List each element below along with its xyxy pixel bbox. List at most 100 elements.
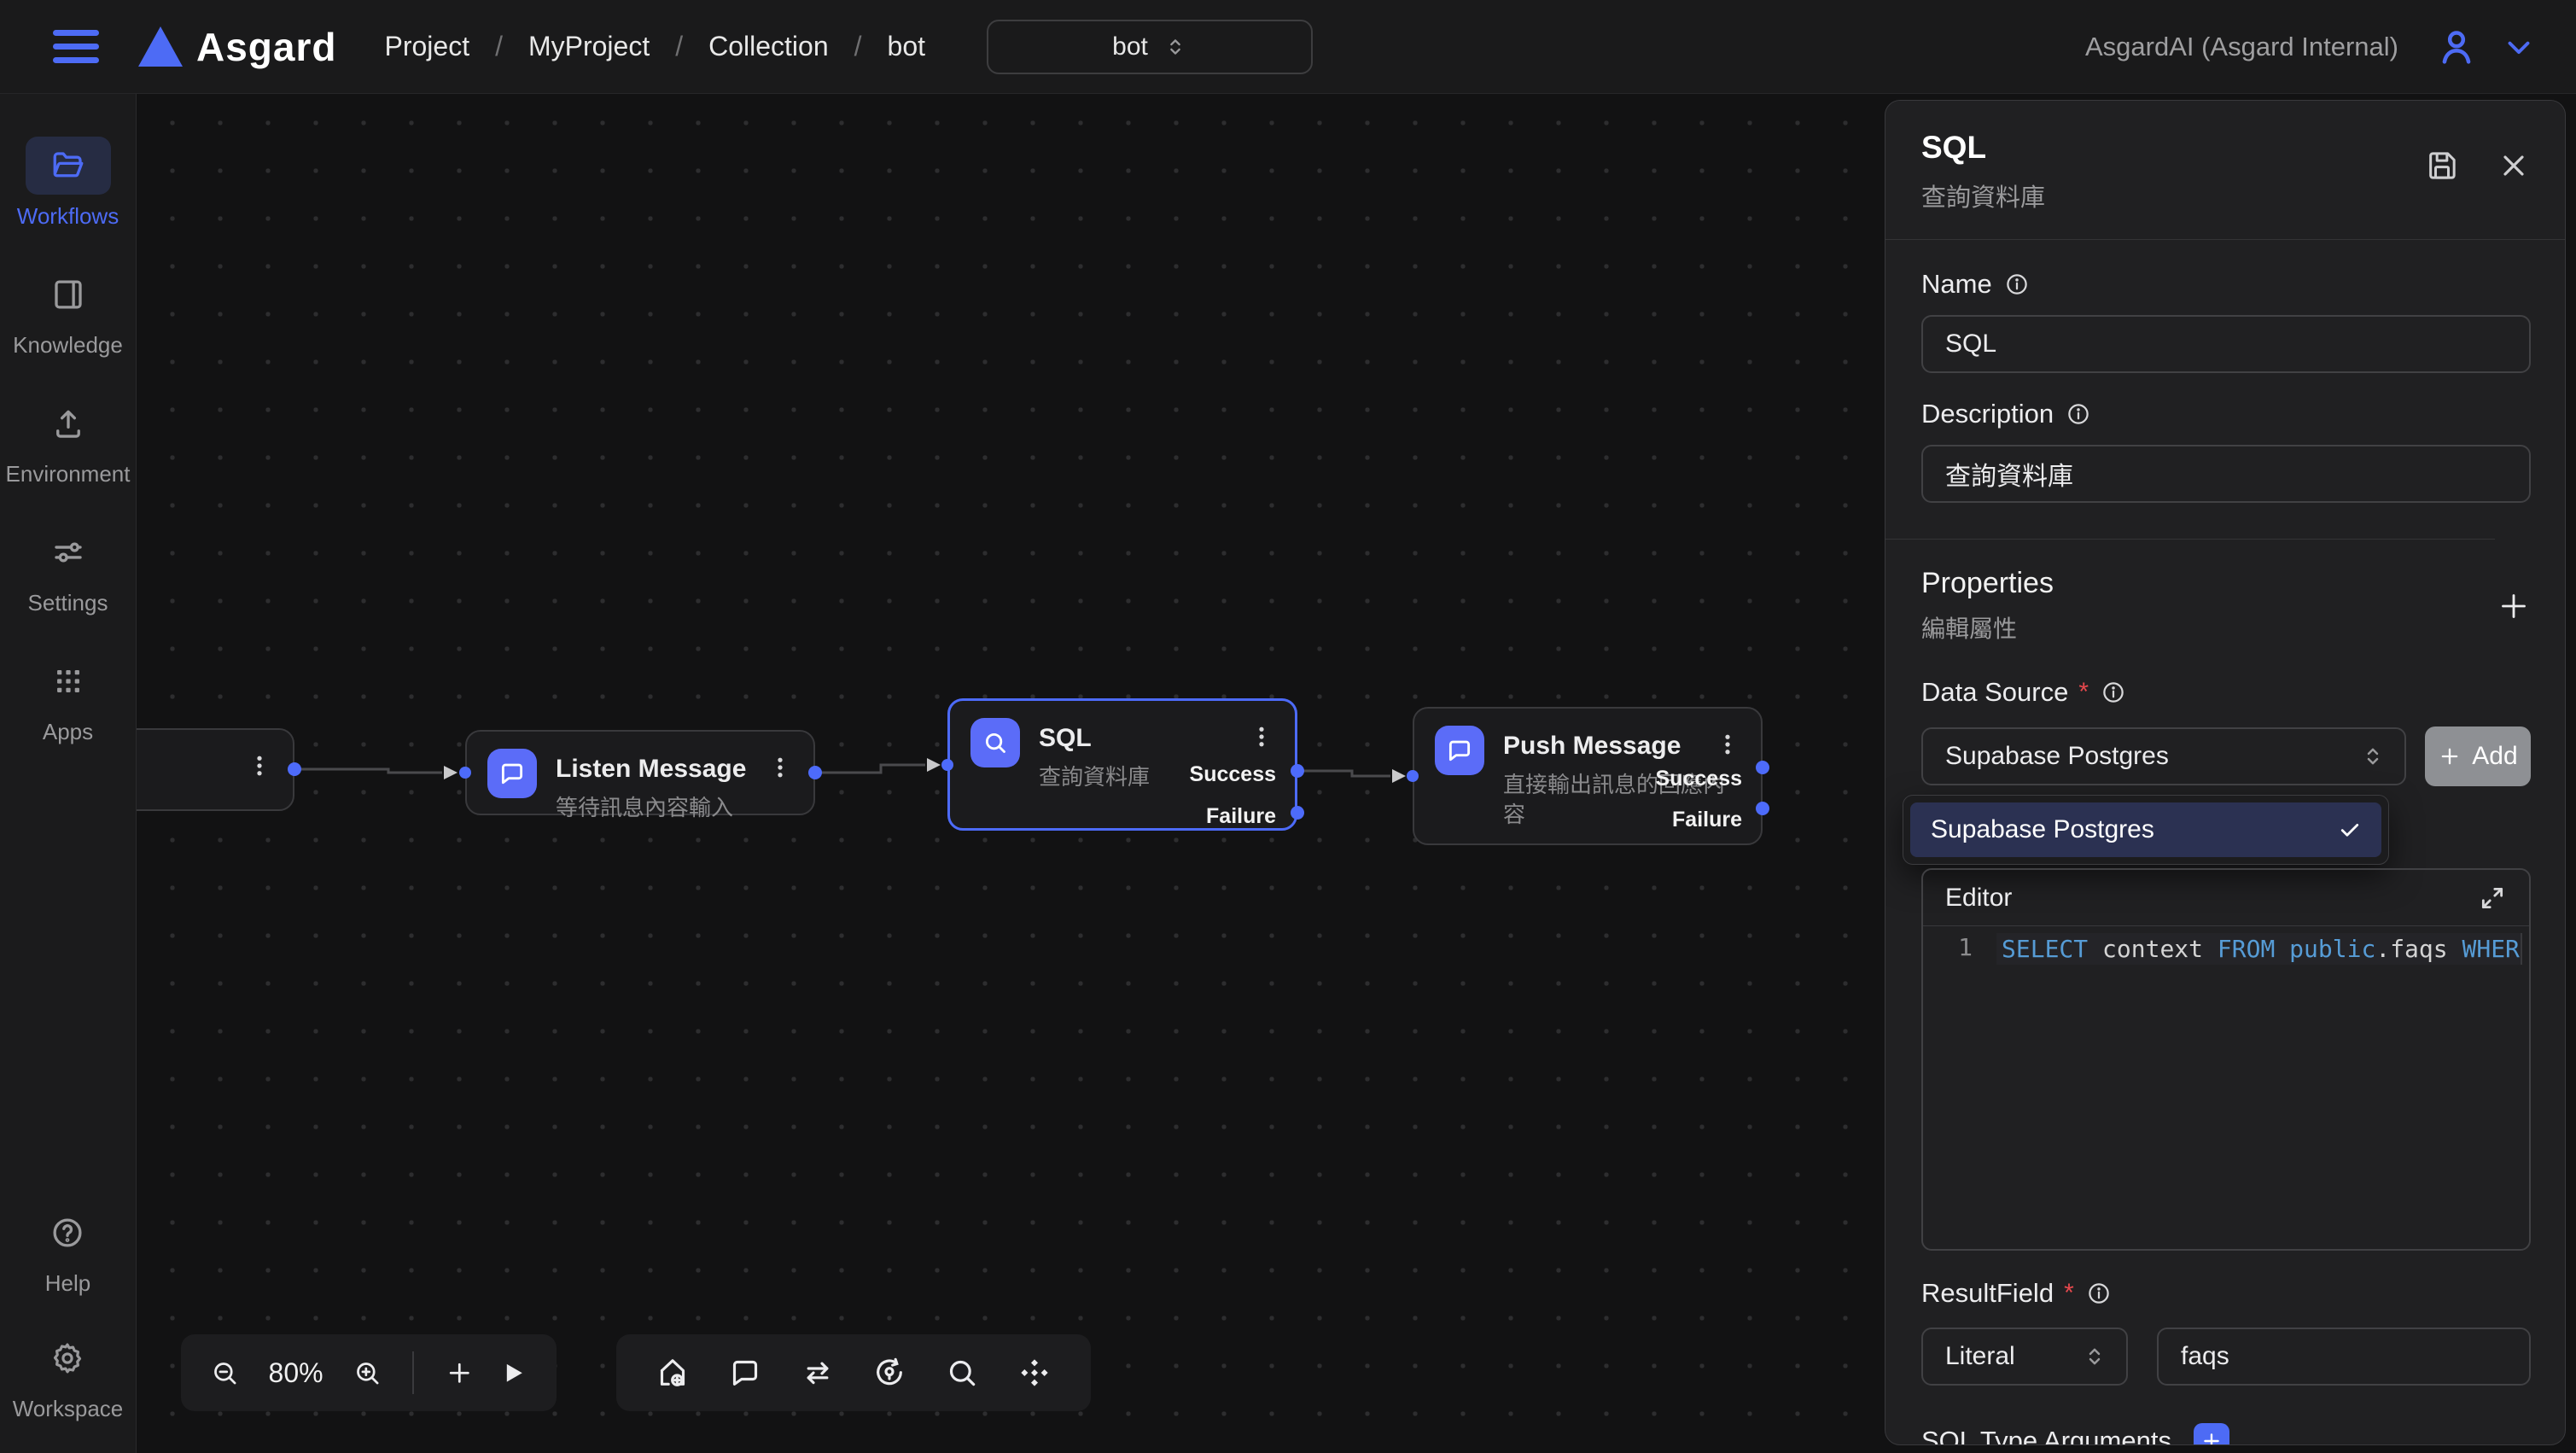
output-port-label-failure: Failure	[1206, 804, 1276, 829]
code-token: faqs	[2390, 935, 2462, 963]
menu-hamburger-icon[interactable]	[53, 30, 99, 63]
sidebar-item-knowledge[interactable]: Knowledge	[13, 266, 123, 359]
swap-horizontal-icon[interactable]	[801, 1356, 835, 1390]
code-token: context	[2088, 935, 2218, 963]
grid-dots-icon	[50, 663, 86, 699]
add-node-button[interactable]	[445, 1356, 475, 1390]
save-icon[interactable]	[2425, 149, 2459, 183]
workflow-node-sql[interactable]: SQL 查詢資料庫 Success Failure	[947, 698, 1297, 831]
node-title: Listen Message	[556, 749, 746, 785]
data-source-value: Supabase Postgres	[1945, 742, 2169, 771]
upload-icon	[50, 406, 86, 441]
user-menu[interactable]	[2434, 25, 2537, 69]
sidebar-label: Workspace	[13, 1396, 124, 1422]
kebab-menu-icon[interactable]	[1715, 727, 1740, 762]
required-asterisk: *	[2064, 1279, 2074, 1308]
sidebar-label: Help	[45, 1270, 90, 1297]
sidebar-item-workflows[interactable]: Workflows	[17, 137, 119, 230]
sidebar-label: Environment	[6, 461, 131, 487]
message-bubble-icon	[487, 749, 537, 798]
panel-title: SQL	[1921, 130, 2045, 166]
top-navbar: Asgard Project / MyProject / Collection …	[0, 0, 2576, 94]
workflow-node-push-message[interactable]: Push Message 直接輸出訊息的回應內容 Success Failure	[1413, 707, 1763, 845]
edge-arrowhead-icon	[444, 766, 458, 779]
sql-editor: Editor 1 SELECT context FROM public.faqs…	[1921, 868, 2531, 1251]
breadcrumb-collection[interactable]: Collection	[708, 31, 829, 62]
add-trigger-icon[interactable]	[656, 1356, 690, 1390]
add-data-source-button[interactable]: Add	[2425, 726, 2531, 786]
info-icon[interactable]	[2101, 680, 2126, 705]
chevron-updown-icon	[2360, 744, 2386, 769]
properties-title: Properties	[1921, 567, 2054, 600]
kebab-menu-icon[interactable]	[767, 750, 793, 785]
editor-title: Editor	[1945, 884, 2012, 913]
code-token: .	[2375, 935, 2390, 963]
expand-icon[interactable]	[2478, 884, 2507, 913]
required-asterisk: *	[2078, 678, 2089, 707]
code-line[interactable]: SELECT context FROM public.faqs WHERE id…	[1996, 933, 2522, 965]
canvas-zoom-toolbar: 80%	[181, 1334, 557, 1411]
result-field-label: ResultField *	[1921, 1278, 2531, 1309]
sidebar-item-apps[interactable]: Apps	[26, 652, 111, 745]
sidebar-item-settings[interactable]: Settings	[26, 523, 111, 616]
workflow-select-value: bot	[1112, 32, 1148, 61]
code-area[interactable]: 1 SELECT context FROM public.faqs WHERE …	[1923, 926, 2529, 1249]
sidebar-label: Apps	[43, 719, 93, 745]
zoom-out-icon[interactable]	[210, 1356, 240, 1390]
result-field-type-select[interactable]: Literal	[1921, 1328, 2128, 1386]
search-icon[interactable]	[945, 1356, 979, 1390]
close-icon[interactable]	[2497, 149, 2531, 183]
add-sql-type-argument-button[interactable]	[2194, 1423, 2229, 1444]
name-label-text: Name	[1921, 269, 1992, 300]
info-icon[interactable]	[2066, 401, 2091, 427]
message-bubble-icon	[1435, 726, 1484, 775]
zoom-in-icon[interactable]	[353, 1356, 382, 1390]
help-circle-icon	[50, 1215, 85, 1251]
info-icon[interactable]	[2086, 1281, 2112, 1306]
check-icon	[2337, 817, 2363, 843]
sidebar-item-environment[interactable]: Environment	[6, 394, 131, 487]
data-source-label-text: Data Source	[1921, 677, 2068, 708]
left-sidebar: Workflows Knowledge Environment Settings…	[0, 94, 137, 1453]
zoom-level: 80%	[264, 1357, 329, 1389]
canvas-tools-toolbar	[616, 1334, 1091, 1411]
name-input[interactable]	[1921, 315, 2531, 373]
node-title: SQL	[1039, 718, 1150, 754]
sliders-icon	[50, 534, 86, 570]
properties-subtitle: 編輯屬性	[1921, 610, 2054, 645]
dropdown-option-supabase-postgres[interactable]: Supabase Postgres	[1910, 802, 2381, 857]
account-label: AsgardAI (Asgard Internal)	[2085, 32, 2398, 62]
info-icon[interactable]	[2004, 271, 2030, 297]
breadcrumb-bot[interactable]: bot	[888, 31, 925, 62]
node-subtitle: 查詢資料庫	[1039, 762, 1150, 792]
add-button-label: Add	[2472, 742, 2517, 771]
kebab-menu-icon[interactable]	[1249, 720, 1274, 754]
data-source-select[interactable]: Supabase Postgres	[1921, 727, 2406, 785]
book-icon	[50, 277, 86, 312]
node-properties-panel: SQL 查詢資料庫 Name Description	[1885, 100, 2566, 1445]
breadcrumb-myproject[interactable]: MyProject	[528, 31, 650, 62]
move-mode-icon[interactable]	[1017, 1356, 1052, 1390]
run-workflow-button[interactable]	[498, 1356, 527, 1390]
comment-icon[interactable]	[728, 1356, 762, 1390]
refresh-idea-icon[interactable]	[872, 1356, 906, 1390]
asgard-logo-icon	[138, 26, 183, 67]
kebab-menu-icon[interactable]	[247, 749, 272, 783]
edge-arrowhead-icon	[1392, 769, 1406, 783]
breadcrumb-project[interactable]: Project	[384, 31, 469, 62]
data-source-label: Data Source *	[1921, 677, 2531, 708]
chevron-updown-icon	[2082, 1344, 2107, 1369]
sidebar-item-help[interactable]: Help	[25, 1204, 110, 1297]
add-property-button[interactable]	[2497, 589, 2531, 623]
name-field-label: Name	[1921, 269, 2531, 300]
workflow-select[interactable]: bot	[987, 20, 1313, 74]
workflow-node-partial[interactable]	[137, 728, 294, 811]
result-field-input[interactable]	[2157, 1328, 2531, 1386]
breadcrumb-separator: /	[495, 31, 503, 62]
output-port-label-failure: Failure	[1672, 808, 1742, 832]
sidebar-item-workspace[interactable]: Workspace	[13, 1329, 124, 1422]
description-input[interactable]	[1921, 445, 2531, 503]
workflow-node-listen-message[interactable]: Listen Message 等待訊息內容輸入	[465, 730, 815, 815]
node-subtitle: 等待訊息內容輸入	[556, 793, 746, 823]
output-port-label-success: Success	[1190, 762, 1276, 787]
